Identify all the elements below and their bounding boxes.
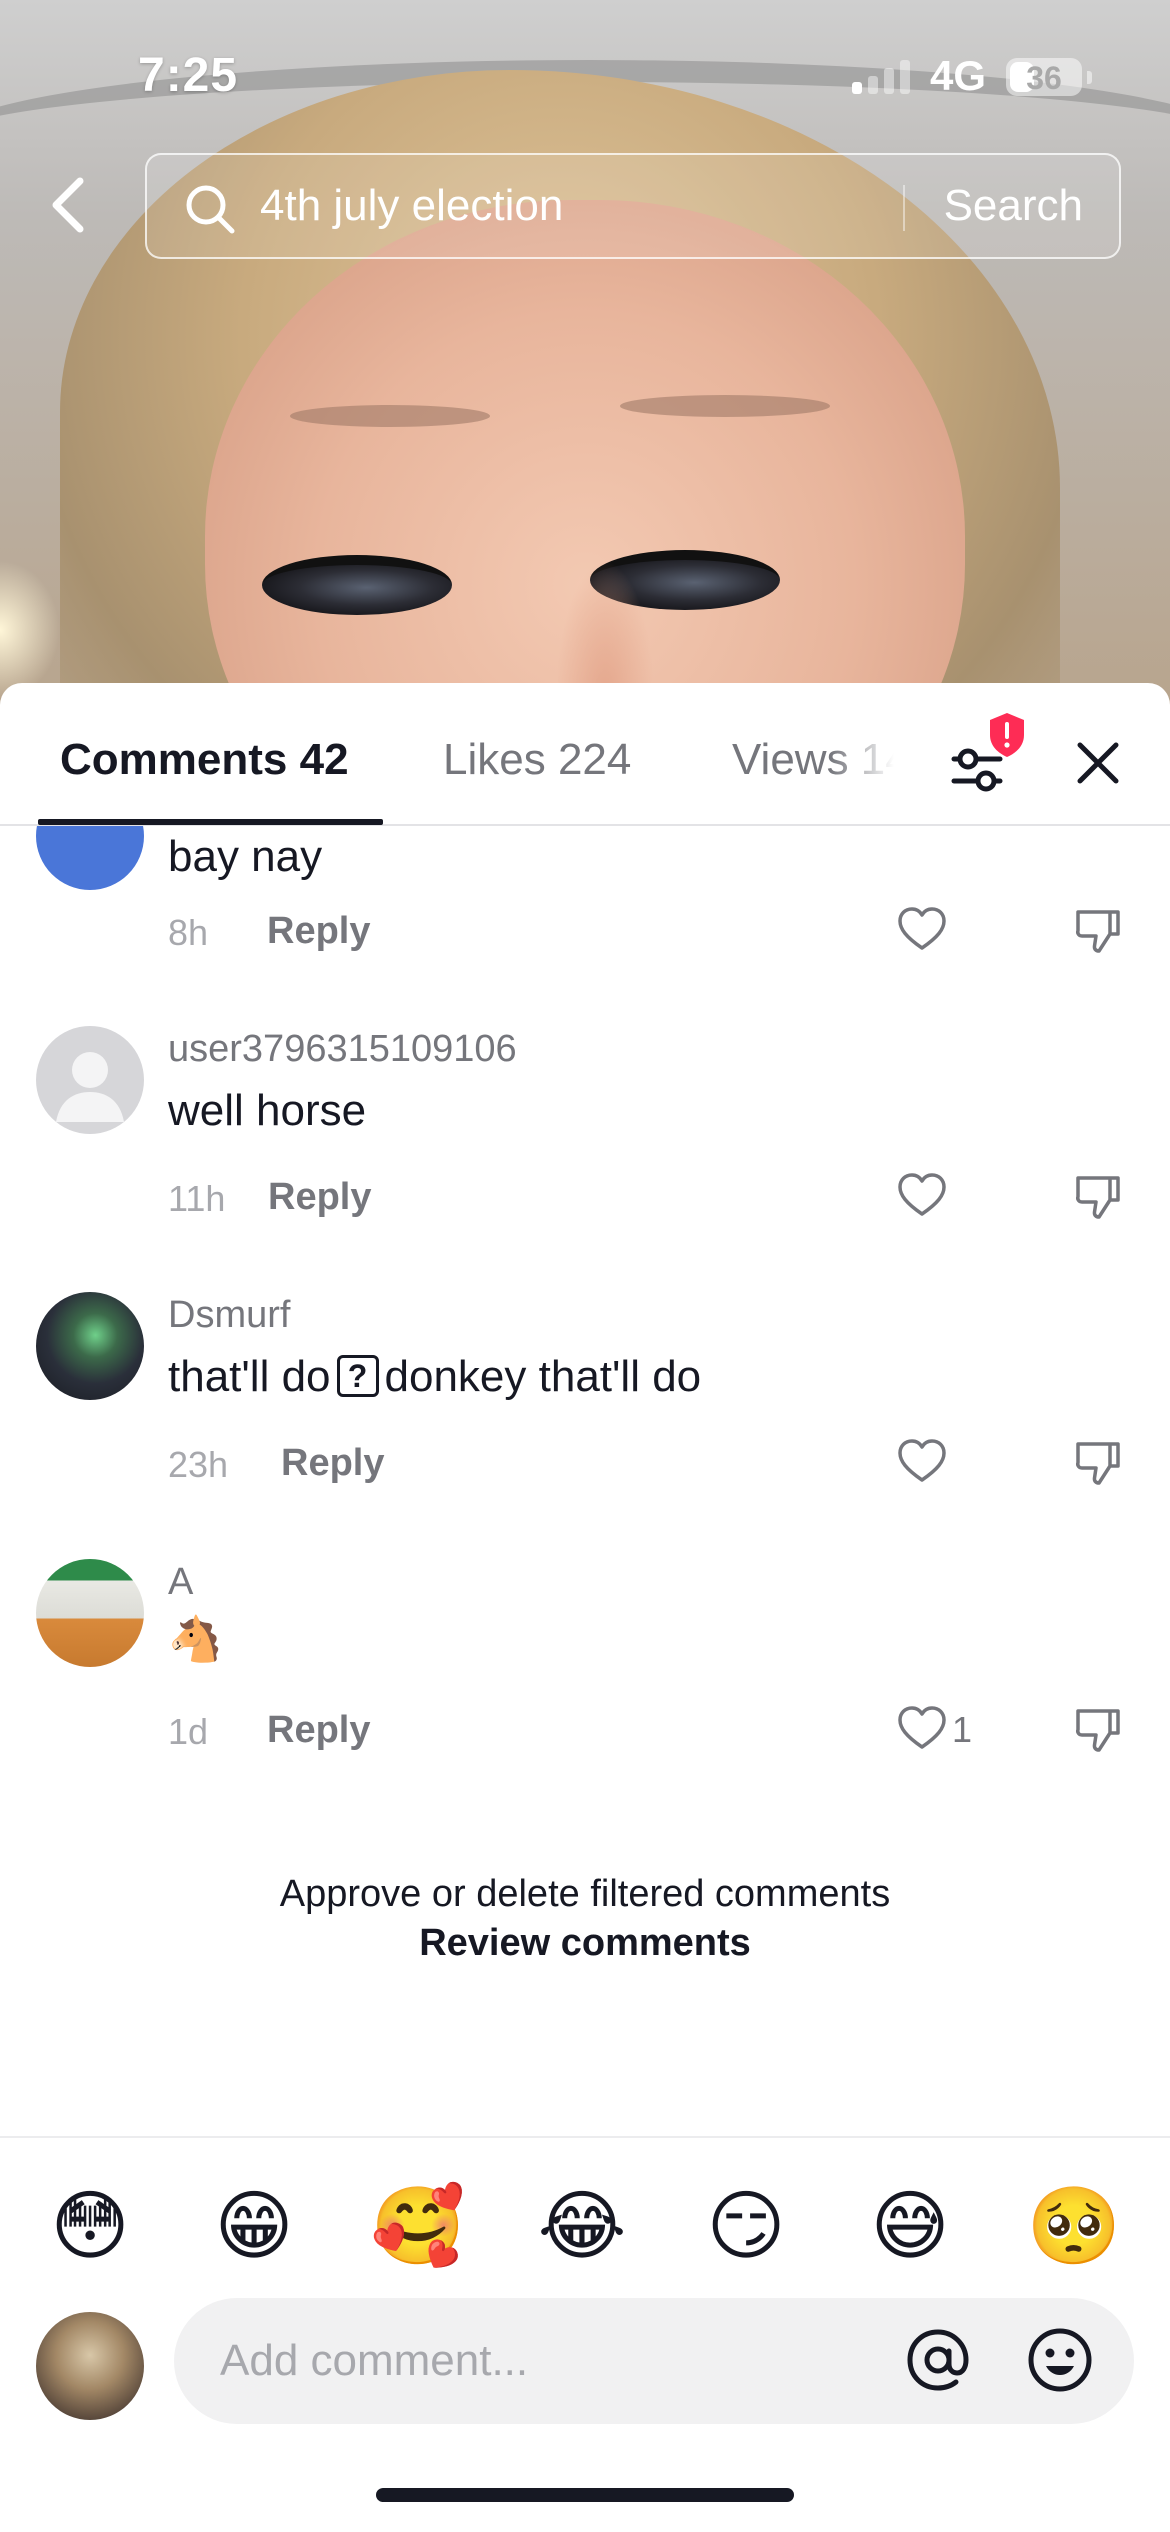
- comment-time: 8h: [168, 912, 209, 953]
- search-bar[interactable]: 4th july election Search: [145, 153, 1121, 259]
- thumbs-down-icon[interactable]: [1072, 904, 1124, 956]
- search-icon: [186, 185, 235, 234]
- emoji-flushed[interactable]: 😳: [42, 2178, 138, 2274]
- search-divider: [903, 185, 905, 231]
- comment-text-end: donkey that'll do: [384, 1352, 702, 1401]
- comment-text-start: that'll do: [168, 1352, 331, 1401]
- comment-username[interactable]: user3796315109106: [168, 1028, 517, 1071]
- filtered-comments-message: Approve or delete filtered comments: [279, 1873, 891, 1915]
- reply-button[interactable]: Reply: [268, 1176, 371, 1219]
- emoji-sweat-smile[interactable]: 😅: [862, 2178, 958, 2274]
- unknown-glyph-icon: ?: [336, 1355, 379, 1398]
- my-avatar: [36, 2312, 144, 2420]
- comment-time: 1d: [168, 1711, 209, 1752]
- heart-icon[interactable]: [896, 1703, 948, 1755]
- comment-username[interactable]: Dsmurf: [168, 1294, 290, 1337]
- reply-button[interactable]: Reply: [267, 910, 370, 953]
- battery-icon: 36: [1006, 58, 1092, 96]
- avatar[interactable]: [36, 1559, 144, 1667]
- comment-input-placeholder[interactable]: Add comment...: [220, 2336, 528, 2386]
- comment-time: 11h: [168, 1178, 226, 1219]
- review-comments-link[interactable]: Review comments: [0, 1922, 1170, 1965]
- comment-list: bay nay 8h Reply user3796315109106 well …: [0, 826, 1170, 1826]
- heart-icon[interactable]: [896, 1170, 948, 1222]
- status-time: 7:25: [138, 49, 239, 102]
- comment-composer: 😳 😁 🥰 😂 😏 😅 🥺 Add comment...: [0, 2136, 1170, 2532]
- quick-emoji-row: 😳 😁 🥰 😂 😏 😅 🥺: [0, 2178, 1170, 2274]
- tab-bar: Comments 42 Likes 224 Views 14: [0, 683, 1170, 826]
- reply-button[interactable]: Reply: [281, 1442, 384, 1485]
- avatar[interactable]: [36, 1292, 144, 1400]
- at-icon[interactable]: [902, 2324, 974, 2396]
- tab-fade: [830, 723, 910, 803]
- heart-icon[interactable]: [896, 1436, 948, 1488]
- avatar[interactable]: [36, 826, 144, 890]
- emoji-smiling-hearts[interactable]: 🥰: [370, 2178, 466, 2274]
- thumbs-down-icon[interactable]: [1072, 1170, 1124, 1222]
- shield-alert-icon: [990, 713, 1024, 757]
- home-indicator[interactable]: [376, 2488, 794, 2502]
- close-icon[interactable]: [1070, 735, 1126, 791]
- battery-percent: 36: [1026, 60, 1062, 96]
- smiley-icon[interactable]: [1024, 2324, 1096, 2396]
- status-bar: 7:25 4G 36: [0, 0, 1170, 150]
- tab-likes[interactable]: Likes 224: [443, 735, 631, 785]
- chevron-left-icon: [52, 177, 84, 233]
- network-label: 4G: [930, 52, 987, 99]
- comment-input[interactable]: Add comment...: [174, 2298, 1134, 2424]
- comment-text: bay nay: [168, 832, 323, 881]
- search-query[interactable]: 4th july election: [260, 181, 563, 231]
- signal-icon: [852, 58, 912, 94]
- emoji-grin[interactable]: 😁: [206, 2178, 302, 2274]
- active-tab-indicator: [38, 819, 383, 825]
- avatar[interactable]: [36, 1026, 144, 1134]
- emoji-tears-of-joy[interactable]: 😂: [534, 2178, 630, 2274]
- emoji-smirk[interactable]: 😏: [698, 2178, 794, 2274]
- emoji-pleading[interactable]: 🥺: [1026, 2178, 1122, 2274]
- back-button[interactable]: [38, 170, 98, 240]
- default-avatar-icon: [56, 1052, 124, 1122]
- heart-icon[interactable]: [896, 904, 948, 956]
- tab-comments[interactable]: Comments 42: [60, 735, 349, 785]
- comment-text: 🐴: [168, 1614, 223, 1665]
- comment-text: well horse: [168, 1086, 367, 1135]
- like-count: 1: [952, 1709, 973, 1750]
- thumbs-down-icon[interactable]: [1072, 1703, 1124, 1755]
- comment-username[interactable]: A: [168, 1561, 193, 1604]
- thumbs-down-icon[interactable]: [1072, 1436, 1124, 1488]
- reply-button[interactable]: Reply: [267, 1709, 370, 1752]
- search-button[interactable]: Search: [944, 181, 1083, 231]
- comment-text: that'll do? donkey that'll do: [168, 1352, 701, 1402]
- comment-time: 23h: [168, 1444, 229, 1485]
- filtered-comments-notice: Approve or delete filtered comments Revi…: [0, 1873, 1170, 1965]
